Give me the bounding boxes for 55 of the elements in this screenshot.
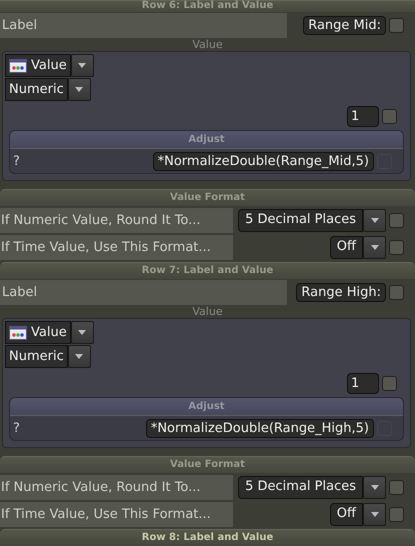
label-caption: Label xyxy=(0,13,287,38)
checkbox[interactable] xyxy=(389,18,404,33)
caret-icon xyxy=(370,512,378,517)
section-header: Row 6: Label and Value xyxy=(0,0,415,12)
value-type-dropdown[interactable]: Value xyxy=(5,321,71,344)
help-mark: ? xyxy=(12,420,20,436)
format-dropdown[interactable]: Off xyxy=(330,503,363,526)
checkbox[interactable] xyxy=(389,480,404,495)
format-label: If Numeric Value, Round It To... xyxy=(0,475,233,500)
help-mark: ? xyxy=(12,154,20,168)
dropdown-button[interactable] xyxy=(70,54,94,77)
dropdown-button[interactable] xyxy=(68,345,91,368)
format-label: If Time Value, Use This Format... xyxy=(0,502,233,527)
dropdown-button[interactable] xyxy=(363,503,386,526)
format-dropdown[interactable]: 5 Decimal Places xyxy=(238,209,363,232)
value-kind-dropdown[interactable]: Numeric xyxy=(5,345,68,368)
checkbox[interactable] xyxy=(382,376,397,390)
caret-icon xyxy=(78,63,86,68)
checkbox[interactable] xyxy=(389,213,404,228)
format-header: Value Format xyxy=(0,456,415,473)
label-caption: Label xyxy=(0,280,287,305)
dropdown-button[interactable] xyxy=(68,78,91,101)
value-list-icon xyxy=(9,58,27,72)
checkbox[interactable] xyxy=(389,240,404,255)
section-header: Row 8: Label and Value xyxy=(0,529,415,546)
adjust-title: Adjust xyxy=(10,131,403,149)
checkbox[interactable] xyxy=(382,108,397,124)
format-label: If Numeric Value, Round It To... xyxy=(0,208,233,233)
checkbox[interactable] xyxy=(389,285,404,300)
dropdown-button[interactable] xyxy=(363,209,386,232)
format-header: Value Format xyxy=(0,189,415,206)
label-field[interactable]: Range Mid: xyxy=(303,16,386,35)
dropdown-button[interactable] xyxy=(363,236,386,259)
section-header: Row 7: Label and Value xyxy=(0,262,415,279)
caret-icon xyxy=(370,218,378,223)
format-label: If Time Value, Use This Format... xyxy=(0,235,233,260)
value-list-icon xyxy=(9,326,27,340)
label-field[interactable]: Range High: xyxy=(296,283,386,302)
count-field[interactable]: 1 xyxy=(347,106,379,126)
caret-icon xyxy=(75,87,84,92)
format-dropdown[interactable]: Off xyxy=(330,236,363,259)
adjust-title: Adjust xyxy=(10,398,403,416)
value-caption: Value xyxy=(191,38,224,51)
dropdown-button[interactable] xyxy=(70,321,94,344)
value-type-dropdown[interactable]: Value xyxy=(5,54,71,77)
caret-icon xyxy=(370,485,378,490)
dropdown-button[interactable] xyxy=(363,476,386,499)
format-dropdown[interactable]: 5 Decimal Places xyxy=(238,476,363,499)
value-caption: Value xyxy=(191,305,224,318)
caret-icon xyxy=(78,330,86,335)
caret-icon xyxy=(75,354,84,359)
value-kind-dropdown[interactable]: Numeric xyxy=(5,78,68,101)
checkbox[interactable] xyxy=(389,507,404,522)
caret-icon xyxy=(370,245,378,250)
count-field[interactable]: 1 xyxy=(347,372,379,394)
